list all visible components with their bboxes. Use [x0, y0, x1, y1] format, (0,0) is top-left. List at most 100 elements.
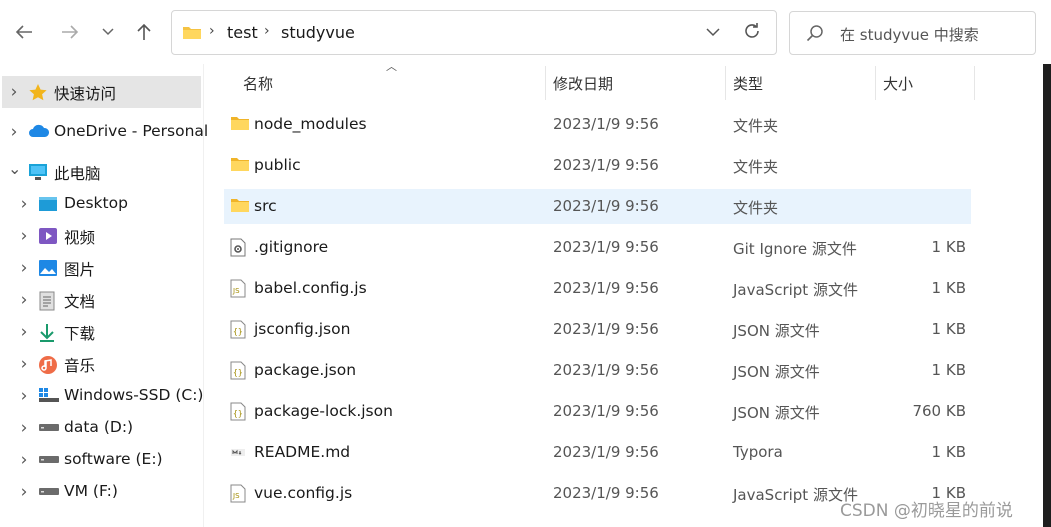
- file-type: JSON 源文件: [733, 404, 820, 422]
- chevron-down-icon: [706, 28, 720, 37]
- chevron-right-icon[interactable]: ›: [18, 194, 30, 214]
- file-size: 1 KB: [931, 279, 966, 297]
- file-name: src: [254, 197, 277, 215]
- file-name: babel.config.js: [254, 279, 367, 297]
- desktop-icon: [38, 195, 58, 213]
- file-row[interactable]: src 2023/1/9 9:56 文件夹: [224, 189, 971, 224]
- sidebar-item[interactable]: › 视频: [0, 220, 203, 252]
- file-date: 2023/1/9 9:56: [553, 156, 659, 174]
- sidebar-item-label: VM (F:): [64, 482, 118, 500]
- file-name: jsconfig.json: [254, 320, 351, 338]
- recent-locations-button[interactable]: [94, 18, 122, 46]
- refresh-icon: [745, 23, 759, 38]
- file-name: README.md: [254, 443, 351, 461]
- chevron-right-icon[interactable]: ›: [18, 450, 30, 470]
- up-button[interactable]: [130, 18, 158, 46]
- column-separator[interactable]: [725, 66, 726, 100]
- address-bar[interactable]: › test › studyvue: [171, 10, 777, 55]
- file-name: .gitignore: [254, 238, 329, 256]
- sidebar-item[interactable]: › 快速访问: [2, 76, 201, 108]
- svg-text:{}: {}: [233, 409, 243, 418]
- js-file-icon: JS: [230, 484, 248, 503]
- chevron-right-icon[interactable]: ›: [18, 258, 30, 278]
- column-header-date[interactable]: 修改日期: [553, 73, 613, 94]
- search-box[interactable]: 在 studyvue 中搜索: [789, 11, 1036, 55]
- sort-ascending-icon: ︿: [386, 60, 397, 73]
- file-type: Git Ignore 源文件: [733, 240, 857, 258]
- sidebar-item-label: 文档: [64, 293, 96, 311]
- sidebar-item-label: 快速访问: [54, 85, 117, 103]
- file-row[interactable]: node_modules 2023/1/9 9:56 文件夹: [224, 107, 971, 142]
- chevron-right-icon[interactable]: ›: [18, 482, 30, 502]
- file-row[interactable]: .gitignore 2023/1/9 9:56 Git Ignore 源文件 1 K…: [224, 230, 971, 265]
- sidebar-item[interactable]: › 音乐: [0, 348, 203, 380]
- chevron-right-icon[interactable]: ›: [18, 226, 30, 246]
- file-date: 2023/1/9 9:56: [553, 484, 659, 502]
- address-history-button[interactable]: [706, 23, 720, 41]
- column-separator[interactable]: [974, 66, 975, 100]
- file-type: Typora: [733, 443, 783, 461]
- svg-text:{}: {}: [233, 327, 243, 336]
- file-name: package.json: [254, 361, 357, 379]
- sidebar-item[interactable]: › 文档: [0, 284, 203, 316]
- forward-button[interactable]: [56, 18, 84, 46]
- monitor-icon: [28, 163, 48, 181]
- file-size: 1 KB: [931, 320, 966, 338]
- file-type: JavaScript 源文件: [733, 281, 858, 299]
- file-type: 文件夹: [733, 117, 779, 135]
- file-row[interactable]: public 2023/1/9 9:56 文件夹: [224, 148, 971, 183]
- download-icon: [38, 323, 58, 342]
- file-row[interactable]: README.md 2023/1/9 9:56 Typora 1 KB: [224, 435, 971, 470]
- file-row[interactable]: {} package.json 2023/1/9 9:56 JSON 源文件 1 KB: [224, 353, 971, 388]
- file-name: package-lock.json: [254, 402, 393, 420]
- file-type: JSON 源文件: [733, 322, 820, 340]
- chevron-right-icon[interactable]: ›: [18, 386, 30, 406]
- sidebar-item[interactable]: › software (E:): [0, 444, 203, 476]
- chevron-right-icon[interactable]: ›: [8, 122, 20, 142]
- pane-divider[interactable]: [203, 64, 204, 527]
- column-separator[interactable]: [875, 66, 876, 100]
- file-size: 1 KB: [931, 361, 966, 379]
- sidebar-item[interactable]: › data (D:): [0, 412, 203, 444]
- chevron-right-icon[interactable]: ›: [18, 322, 30, 342]
- column-header-size[interactable]: 大小: [883, 73, 913, 94]
- sidebar-item[interactable]: › VM (F:): [0, 476, 203, 508]
- back-button[interactable]: [10, 18, 38, 46]
- file-list: ︿ 名称 修改日期 类型 大小 node_modules 2023/1/9 9:5…: [224, 60, 975, 527]
- breadcrumb-studyvue[interactable]: studyvue: [281, 23, 355, 42]
- column-header-type[interactable]: 类型: [733, 73, 763, 94]
- json-file-icon: {}: [230, 361, 248, 380]
- refresh-button[interactable]: [742, 21, 762, 45]
- sidebar-item[interactable]: › OneDrive - Personal: [0, 116, 209, 148]
- windows-drive-icon: [38, 387, 59, 405]
- file-row[interactable]: {} package-lock.json 2023/1/9 9:56 JSON 源文件…: [224, 394, 971, 429]
- file-type: 文件夹: [733, 158, 779, 176]
- chevron-down-icon[interactable]: ⌄: [8, 159, 21, 178]
- svg-text:JS: JS: [232, 287, 240, 295]
- file-row[interactable]: {} jsconfig.json 2023/1/9 9:56 JSON 源文件 1 KB: [224, 312, 971, 347]
- column-separator[interactable]: [545, 66, 546, 100]
- chevron-right-icon[interactable]: ›: [18, 354, 30, 374]
- drive-icon: [38, 483, 59, 501]
- watermark: CSDN @初晓星的前说: [840, 501, 1013, 521]
- chevron-right-icon[interactable]: ›: [18, 418, 30, 438]
- file-name: public: [254, 156, 301, 174]
- chevron-right-icon[interactable]: ›: [18, 290, 30, 310]
- js-file-icon: JS: [230, 279, 248, 298]
- column-header-name[interactable]: 名称: [243, 73, 273, 94]
- file-row[interactable]: JS babel.config.js 2023/1/9 9:56 JavaScript…: [224, 271, 971, 306]
- sidebar-item[interactable]: › 图片: [0, 252, 203, 284]
- sidebar-item-label: Windows-SSD (C:): [64, 386, 204, 404]
- sidebar-item[interactable]: › Desktop: [0, 188, 203, 220]
- search-input[interactable]: 在 studyvue 中搜索: [840, 24, 979, 45]
- breadcrumb-test[interactable]: test: [227, 23, 258, 42]
- sidebar-item[interactable]: ⌄ 此电脑: [0, 156, 203, 188]
- chevron-right-icon[interactable]: ›: [8, 82, 20, 102]
- sidebar-item[interactable]: › Windows-SSD (C:): [0, 380, 204, 412]
- sidebar-item[interactable]: › 下载: [0, 316, 203, 348]
- file-date: 2023/1/9 9:56: [553, 443, 659, 461]
- folder-icon: [230, 156, 249, 174]
- sidebar-item-label: Desktop: [64, 194, 128, 212]
- music-icon: [38, 355, 58, 374]
- sidebar-item-label: 图片: [64, 261, 96, 279]
